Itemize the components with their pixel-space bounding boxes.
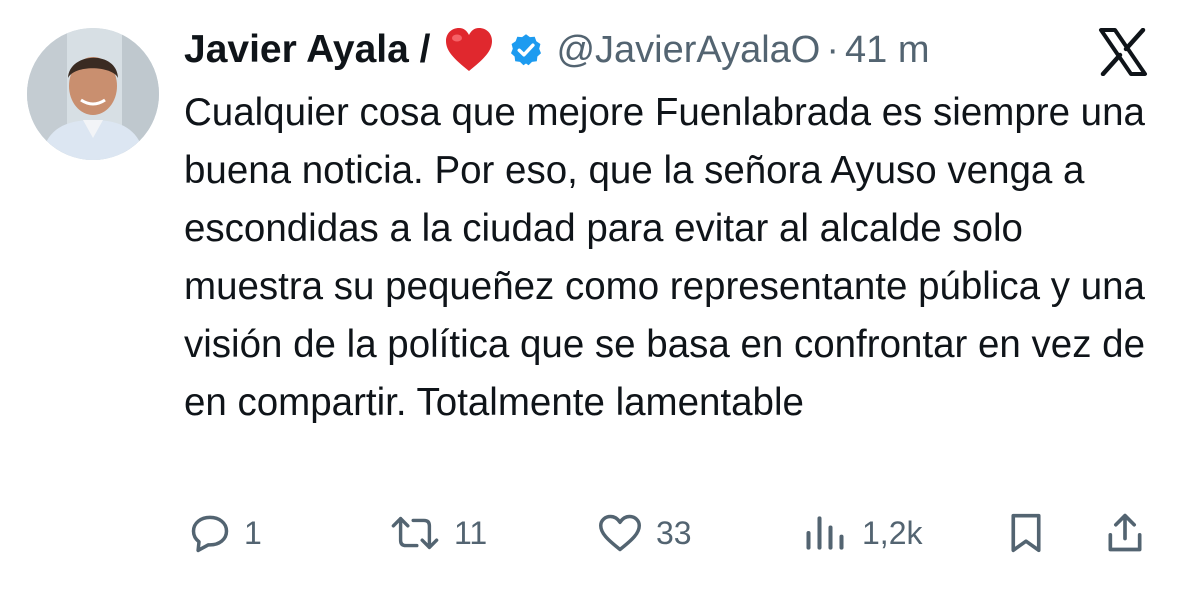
views-bar-chart-icon: [800, 511, 850, 555]
views-button[interactable]: 1,2k: [800, 505, 922, 561]
heart-icon: [596, 511, 644, 555]
tweet-header: Javier Ayala / @JavierAyalaO · 41 m: [184, 22, 929, 78]
repost-button[interactable]: 11: [388, 505, 487, 561]
action-bar: 1 11 33 1,2k: [0, 505, 1179, 561]
verified-badge-icon: [508, 32, 544, 68]
share-button[interactable]: [1103, 505, 1147, 561]
x-logo-icon: [1097, 27, 1149, 77]
repost-icon: [388, 511, 442, 555]
share-icon: [1103, 510, 1147, 556]
author-handle[interactable]: @JavierAyalaO: [556, 29, 820, 72]
reply-button[interactable]: 1: [188, 505, 262, 561]
views-count: 1,2k: [862, 514, 923, 551]
reply-count: 1: [244, 514, 262, 551]
repost-count: 11: [454, 514, 488, 551]
red-heart-emoji: [444, 27, 494, 73]
tweet-text: Cualquier cosa que mejore Fuenlabrada es…: [184, 91, 1145, 424]
author-name[interactable]: Javier Ayala /: [184, 28, 430, 72]
like-button[interactable]: 33: [596, 505, 692, 561]
reply-icon: [188, 511, 232, 555]
like-count: 33: [656, 514, 692, 551]
timestamp[interactable]: 41 m: [845, 29, 929, 72]
bookmark-icon: [1006, 511, 1046, 555]
bookmark-button[interactable]: [1006, 505, 1046, 561]
separator-dot: ·: [826, 28, 839, 71]
avatar[interactable]: [27, 28, 159, 160]
